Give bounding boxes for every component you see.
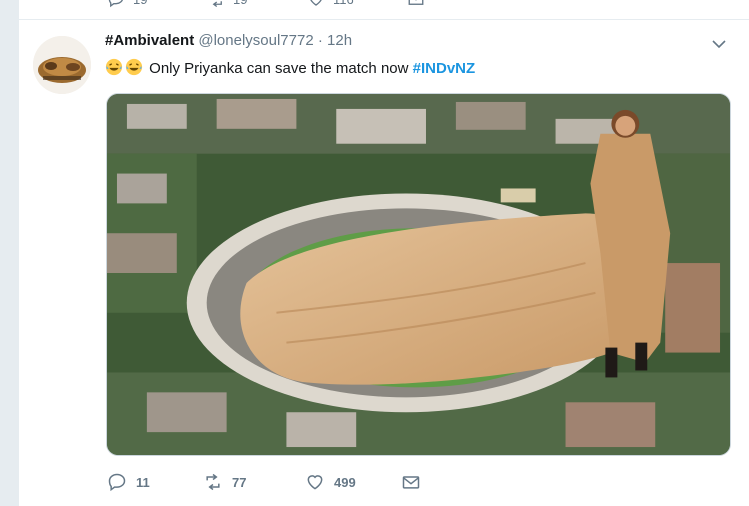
like-button[interactable]: 499	[305, 472, 401, 492]
avatar[interactable]	[33, 36, 91, 94]
chevron-down-icon[interactable]	[711, 36, 727, 52]
reply-button[interactable]: 11	[107, 472, 203, 492]
retweet-icon	[212, 1, 222, 8]
hashtag-link[interactable]: #INDvNZ	[413, 60, 476, 77]
tweet-actions: 11 77 499	[107, 472, 421, 492]
reply-icon	[108, 473, 126, 492]
like-icon	[310, 0, 322, 6]
user-handle[interactable]: @lonelysoul7772	[198, 32, 313, 49]
retweet-count: 77	[232, 474, 247, 490]
separator: ·	[317, 32, 323, 49]
face-with-tears-of-joy-icon	[125, 58, 143, 76]
message-button[interactable]	[407, 0, 507, 8]
timeline: 19 19 116 #Ambivalent @lo	[18, 0, 749, 506]
tweet-text: Only Priyanka can save the match now #IN…	[105, 58, 475, 79]
like-icon	[307, 475, 323, 490]
tweet-body: Only Priyanka can save the match now	[149, 60, 409, 77]
tweet-image[interactable]	[106, 93, 731, 456]
like-button[interactable]: 116	[307, 0, 407, 8]
retweet-icon	[206, 473, 220, 491]
tweet[interactable]: #Ambivalent @lonelysoul7772 · 12h Only P…	[19, 20, 749, 506]
message-icon	[408, 0, 424, 5]
like-count: 499	[334, 474, 356, 490]
envelope-icon	[402, 476, 420, 489]
retweet-button[interactable]: 77	[203, 472, 305, 492]
like-count: 116	[333, 0, 354, 7]
reply-count: 11	[136, 474, 150, 490]
face-with-tears-of-joy-icon	[105, 58, 123, 76]
reply-icon	[108, 0, 123, 8]
reply-count: 19	[133, 0, 147, 7]
reply-button[interactable]: 19	[107, 0, 207, 8]
timestamp[interactable]: 12h	[327, 32, 352, 49]
retweet-button[interactable]: 19	[207, 0, 307, 8]
tweet-header: #Ambivalent @lonelysoul7772 · 12h	[105, 32, 352, 49]
display-name[interactable]: #Ambivalent	[105, 32, 194, 49]
previous-tweet-actions: 19 19 116	[107, 0, 507, 8]
retweet-count: 19	[233, 0, 247, 7]
direct-message-button[interactable]	[401, 472, 421, 492]
